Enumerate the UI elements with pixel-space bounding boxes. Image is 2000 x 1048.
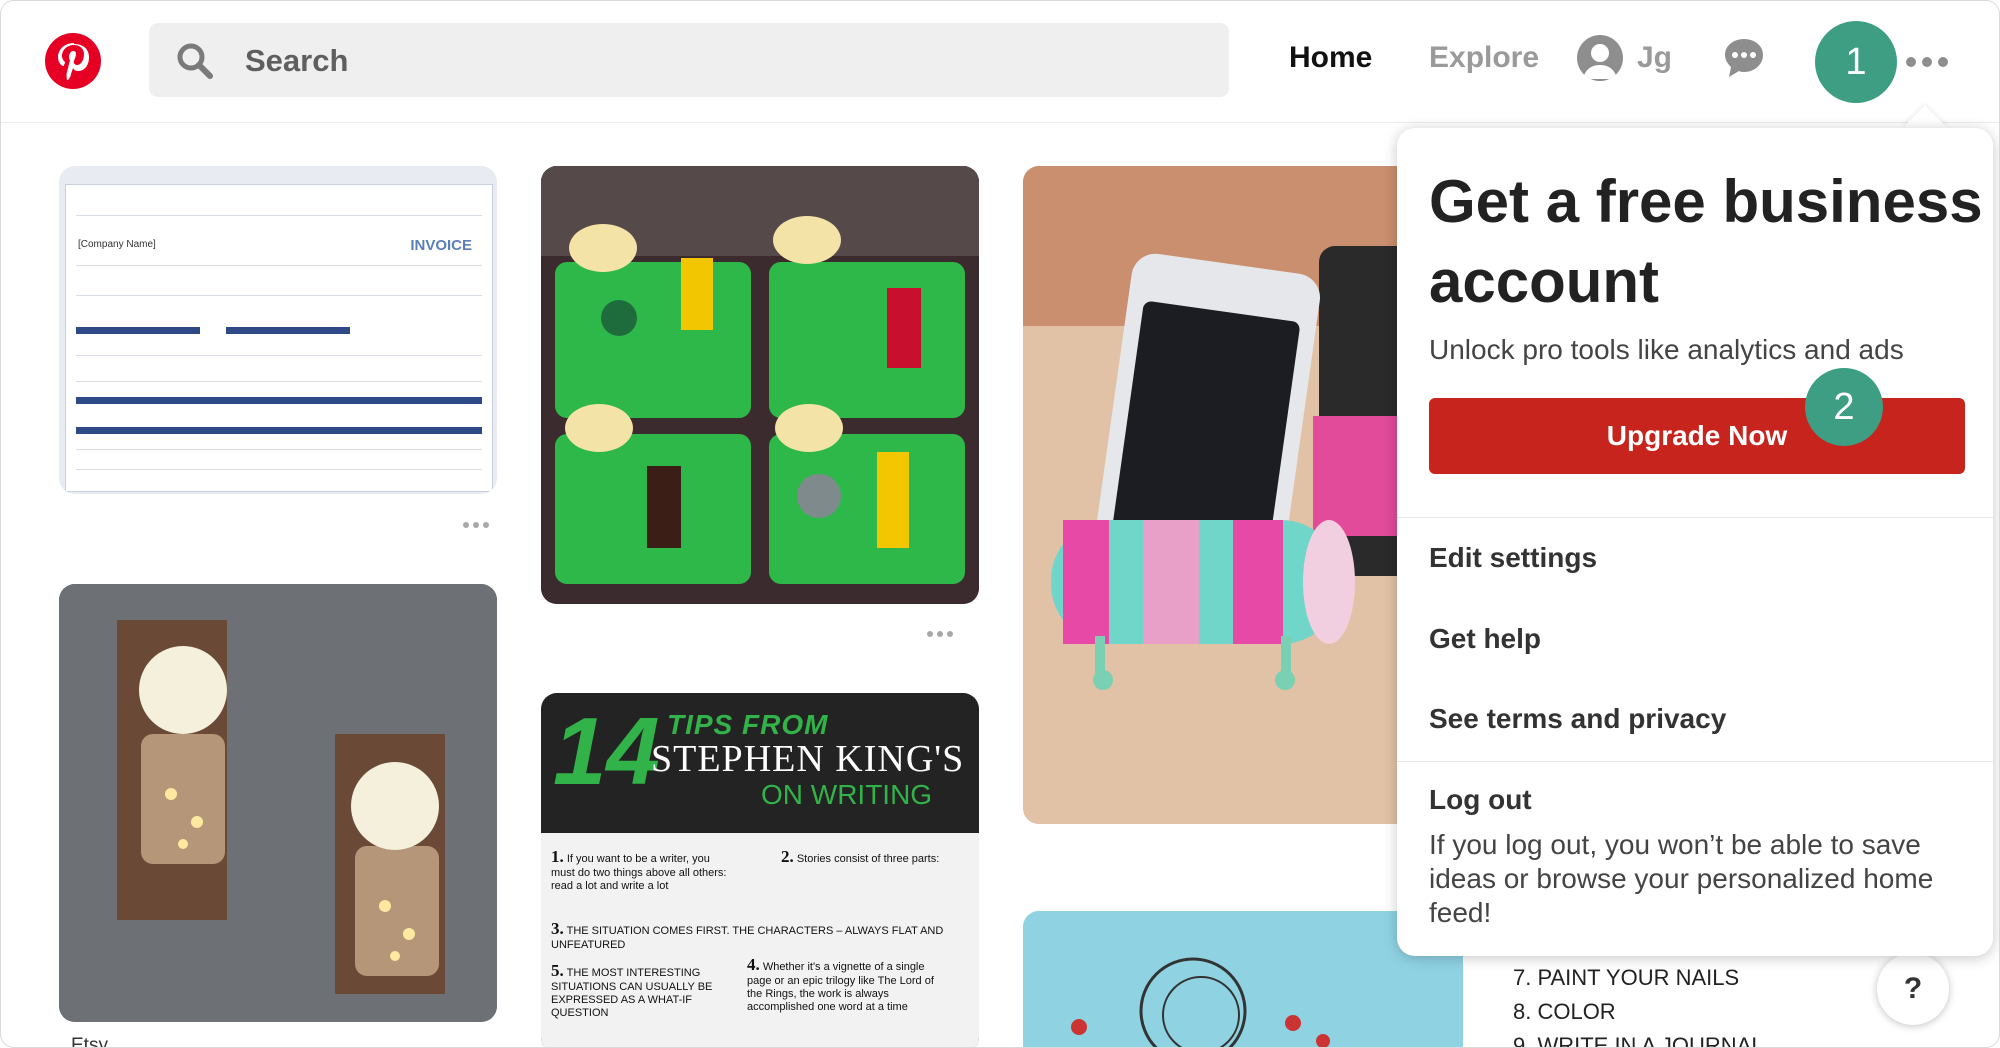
search-icon xyxy=(177,43,213,79)
more-horizontal-icon[interactable] xyxy=(1905,56,1949,68)
tips-number: 14 xyxy=(553,698,660,805)
nav-home-link[interactable]: Home xyxy=(1289,41,1372,75)
menu-item-get-help[interactable]: Get help xyxy=(1429,623,1541,655)
top-nav-bar: Home Explore Jg 1 xyxy=(1,1,1999,123)
user-name-link[interactable]: Jg xyxy=(1637,41,1672,75)
grid-line xyxy=(76,295,482,296)
menu-item-edit-settings[interactable]: Edit settings xyxy=(1429,542,1597,574)
menu-item-log-out[interactable]: Log out xyxy=(1429,784,1532,816)
business-account-title: Get a free business account xyxy=(1429,168,1983,315)
mason-jar-lights-photo xyxy=(59,584,497,1022)
grid-line xyxy=(76,381,482,382)
pin-snack-baskets-image[interactable] xyxy=(541,166,979,604)
activity-item: 8. COLOR xyxy=(1513,999,1616,1024)
pin-writing-tips-image[interactable]: 14 TIPS FROM STEPHEN KING'S ON WRITING 1… xyxy=(541,693,979,1047)
grid-line xyxy=(76,265,482,266)
pin-mason-jar-lights-image[interactable] xyxy=(59,584,497,1022)
pin-source-label[interactable]: Etsy xyxy=(71,1035,108,1047)
annotation-badge-2: 2 xyxy=(1805,368,1883,446)
nav-explore-link[interactable]: Explore xyxy=(1429,41,1539,75)
invoice-bar xyxy=(226,327,350,334)
help-button[interactable]: ? xyxy=(1877,953,1949,1025)
activity-item: 9. WRITE IN A JOURNAL xyxy=(1513,1033,1764,1048)
activity-item: 7. PAINT YOUR NAILS xyxy=(1513,965,1740,990)
pin-more-icon[interactable] xyxy=(927,631,953,637)
invoice-title: INVOICE xyxy=(410,237,472,254)
upgrade-now-button[interactable]: Upgrade Now xyxy=(1429,398,1965,474)
search-bar[interactable] xyxy=(149,23,1229,99)
tips-paper-area: 1. If you want to be a writer, you must … xyxy=(541,833,979,1047)
account-menu-dropdown: Get a free business account Unlock pro t… xyxy=(1397,128,1993,956)
grid-line xyxy=(76,449,482,450)
annotation-badge-1: 1 xyxy=(1815,21,1897,103)
user-avatar-icon[interactable] xyxy=(1577,35,1623,81)
grid-line xyxy=(76,215,482,216)
tips-item: 4. Whether it's a vignette of a single p… xyxy=(747,955,934,1013)
pin-more-icon[interactable] xyxy=(463,522,489,528)
menu-item-terms-privacy[interactable]: See terms and privacy xyxy=(1429,703,1726,735)
tips-item: 2. Stories consist of three parts: xyxy=(781,847,940,866)
invoice-bar xyxy=(76,327,200,334)
pin-invoice-image[interactable]: INVOICE [Company Name] xyxy=(59,166,497,494)
invoice-company-label: [Company Name] xyxy=(78,239,156,250)
menu-divider xyxy=(1397,517,1993,518)
pinterest-logo-icon[interactable] xyxy=(45,33,101,89)
spreadsheet-image: INVOICE [Company Name] xyxy=(65,184,493,492)
browser-frame: Home Explore Jg 1 INVOICE [Company Name] xyxy=(0,0,2000,1048)
grid-line xyxy=(76,469,482,470)
tips-author-label: STEPHEN KING'S xyxy=(651,738,965,780)
tips-item: 3. THE SITUATION COMES FIRST. THE CHARAC… xyxy=(551,919,944,951)
invoice-bar xyxy=(76,397,482,404)
menu-divider xyxy=(1397,761,1993,762)
business-account-subtitle: Unlock pro tools like analytics and ads xyxy=(1429,334,1904,365)
speech-bubble-icon[interactable] xyxy=(1721,35,1767,81)
tips-item: 1. If you want to be a writer, you must … xyxy=(551,847,727,892)
logout-note: If you log out, you won’t be able to sav… xyxy=(1429,829,1934,928)
search-input[interactable] xyxy=(243,23,1147,99)
snack-baskets-photo xyxy=(541,166,979,604)
tips-on-writing-label: ON WRITING xyxy=(761,779,933,810)
invoice-bar xyxy=(76,427,482,434)
grid-line xyxy=(76,355,482,356)
tips-item: 5. THE MOST INTERESTING SITUATIONS CAN U… xyxy=(551,961,713,1019)
